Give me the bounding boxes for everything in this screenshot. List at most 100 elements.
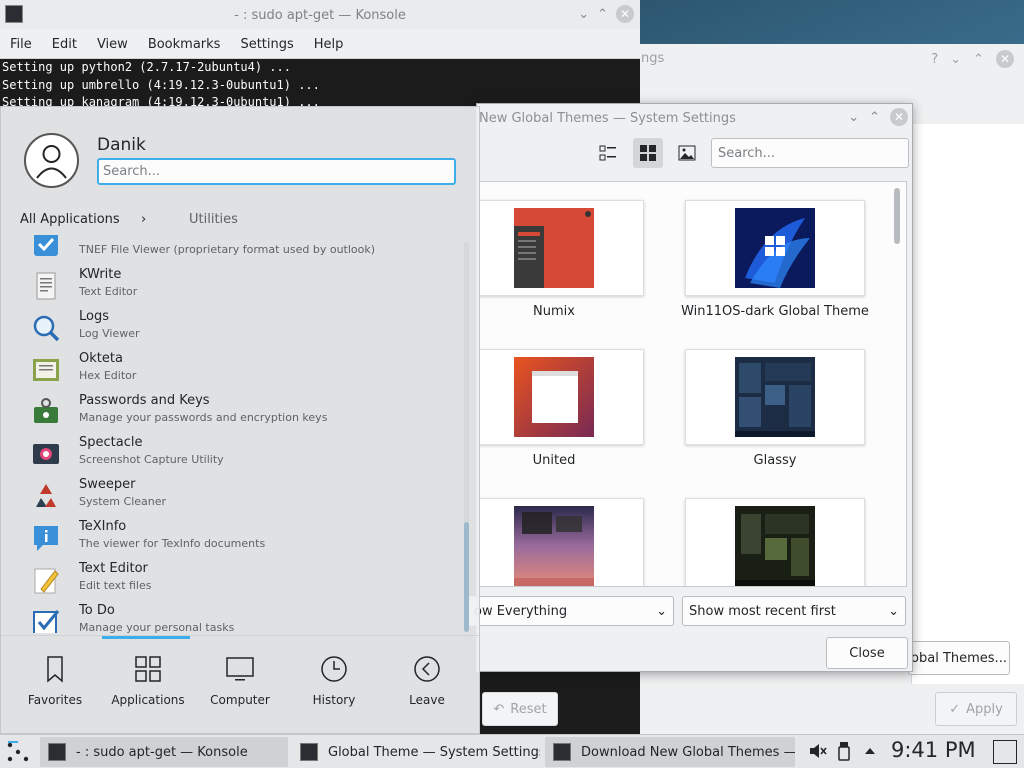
breadcrumb-utilities[interactable]: Utilities (189, 212, 238, 227)
help-icon[interactable]: ? (931, 52, 938, 67)
list-item[interactable]: TeXInfo The viewer for TexInfo documents (29, 517, 459, 559)
tab-history[interactable]: History (288, 636, 380, 734)
minimize-icon[interactable]: ⌄ (578, 7, 589, 22)
theme-card-win11os-dark[interactable] (685, 200, 865, 296)
apply-label: Apply (966, 701, 1003, 717)
theme-card-united[interactable] (478, 349, 644, 445)
task-label: - : sudo apt-get — Konsole (76, 744, 248, 760)
task-download-global-themes[interactable]: Download New Global Themes —... (545, 737, 795, 767)
taskbar: - : sudo apt-get — Konsole Global Theme … (0, 734, 1024, 768)
minimize-icon[interactable]: ⌄ (950, 52, 961, 67)
application-launcher-icon[interactable] (4, 738, 32, 766)
system-tray-expand-icon[interactable] (862, 741, 878, 761)
theme-card[interactable] (478, 498, 644, 586)
themes-scrollbar[interactable] (894, 188, 900, 244)
list-item[interactable]: Logs Log Viewer (29, 307, 459, 349)
app-description: The viewer for TexInfo documents (79, 537, 266, 550)
app-description: Hex Editor (79, 369, 137, 382)
sort-select[interactable]: Show most recent first ⌄ (682, 596, 906, 626)
theme-card[interactable] (685, 498, 865, 586)
tab-label: Favorites (27, 693, 83, 707)
close-icon[interactable]: ✕ (890, 108, 908, 126)
task-label: Global Theme — System Settings (328, 744, 540, 760)
app-name: Logs (79, 309, 109, 324)
list-item[interactable]: Passwords and Keys Manage your passwords… (29, 391, 459, 433)
list-item[interactable]: Sweeper System Cleaner (29, 475, 459, 517)
close-button[interactable]: Close (826, 637, 908, 669)
show-desktop-icon[interactable] (993, 740, 1017, 764)
app-description: Log Viewer (79, 327, 140, 340)
tab-applications[interactable]: Applications (102, 636, 194, 734)
clock-icon (321, 656, 347, 682)
app-description: Manage your passwords and encryption key… (79, 411, 328, 424)
theme-card-glassy[interactable] (685, 349, 865, 445)
filter-select[interactable]: ow Everything ⌄ (467, 596, 674, 626)
usb-drive-icon[interactable] (836, 741, 852, 761)
breadcrumb-all-applications[interactable]: All Applications (20, 212, 120, 227)
launcher-search-input[interactable] (97, 158, 456, 185)
system-settings-icon (553, 743, 571, 761)
apply-button[interactable]: ✓ Apply (935, 692, 1017, 726)
launcher-scrollbar[interactable] (464, 242, 469, 632)
sort-value: Show most recent first (689, 603, 836, 619)
minimize-icon[interactable]: ⌄ (848, 110, 859, 125)
launcher-tabs: Favorites Applications Computer History … (1, 635, 479, 733)
kwrite-icon (29, 269, 63, 303)
volume-muted-icon[interactable] (808, 741, 828, 761)
app-name: Okteta (79, 351, 123, 366)
theme-card-numix[interactable] (478, 200, 644, 296)
tab-leave[interactable]: Leave (381, 636, 473, 734)
close-icon[interactable]: ✕ (616, 5, 634, 23)
list-item[interactable]: KWrite Text Editor (29, 265, 459, 307)
maximize-icon[interactable]: ⌃ (869, 110, 880, 125)
menu-settings[interactable]: Settings (230, 37, 303, 52)
reset-label: Reset (510, 701, 547, 717)
menu-view[interactable]: View (87, 37, 138, 52)
list-view-icon[interactable] (593, 138, 623, 168)
task-global-theme-settings[interactable]: Global Theme — System Settings (292, 737, 540, 767)
close-label: Close (849, 645, 885, 661)
dialog-search-input[interactable] (711, 138, 909, 168)
menu-bookmarks[interactable]: Bookmarks (138, 37, 231, 52)
list-item[interactable]: TNEF File Viewer (proprietary format use… (29, 235, 459, 265)
konsole-titlebar: - : sudo apt-get — Konsole ⌄ ⌃ ✕ (0, 0, 640, 30)
list-item[interactable]: Text Editor Edit text files (29, 559, 459, 601)
app-name: Text Editor (79, 561, 148, 576)
theme-thumbnail (514, 357, 594, 437)
close-icon[interactable]: ✕ (996, 50, 1014, 68)
tab-label: Leave (409, 693, 445, 707)
task-konsole[interactable]: - : sudo apt-get — Konsole (40, 737, 288, 767)
theme-name: Win11OS-dark Global Theme (681, 304, 869, 319)
tab-label: Applications (111, 693, 185, 707)
theme-thumbnail (514, 506, 594, 586)
list-item[interactable]: To Do Manage your personal tasks (29, 601, 459, 633)
menu-help[interactable]: Help (304, 37, 354, 52)
scrollbar-thumb[interactable] (464, 522, 469, 632)
list-item[interactable]: Okteta Hex Editor (29, 349, 459, 391)
tab-label: History (312, 693, 356, 707)
todo-icon (29, 605, 63, 633)
download-global-themes-dialog: New Global Themes — System Settings ⌄ ⌃ … (467, 103, 913, 672)
menu-edit[interactable]: Edit (42, 37, 87, 52)
filter-value: ow Everything (474, 603, 568, 619)
avatar[interactable] (24, 133, 79, 188)
maximize-icon[interactable]: ⌃ (973, 52, 984, 67)
clock[interactable]: 9:41 PM (891, 738, 976, 762)
grid-view-icon[interactable] (633, 138, 663, 168)
maximize-icon[interactable]: ⌃ (597, 7, 608, 22)
list-item[interactable]: Spectacle Screenshot Capture Utility (29, 433, 459, 475)
tab-favorites[interactable]: Favorites (9, 636, 101, 734)
get-new-global-themes-button[interactable]: obal Themes... (908, 641, 1010, 675)
konsole-app-icon (5, 5, 23, 23)
get-new-label: obal Themes... (911, 650, 1007, 666)
theme-thumbnail (514, 208, 594, 288)
reset-button[interactable]: ↶ Reset (482, 692, 558, 726)
konsole-menubar: File Edit View Bookmarks Settings Help (0, 30, 640, 59)
tab-computer[interactable]: Computer (194, 636, 286, 734)
chevron-down-icon: ⌄ (888, 603, 899, 619)
menu-file[interactable]: File (0, 37, 42, 52)
leave-icon (414, 656, 440, 682)
preview-view-icon[interactable] (672, 138, 702, 168)
theme-name: United (532, 453, 576, 468)
text-editor-icon (29, 563, 63, 597)
